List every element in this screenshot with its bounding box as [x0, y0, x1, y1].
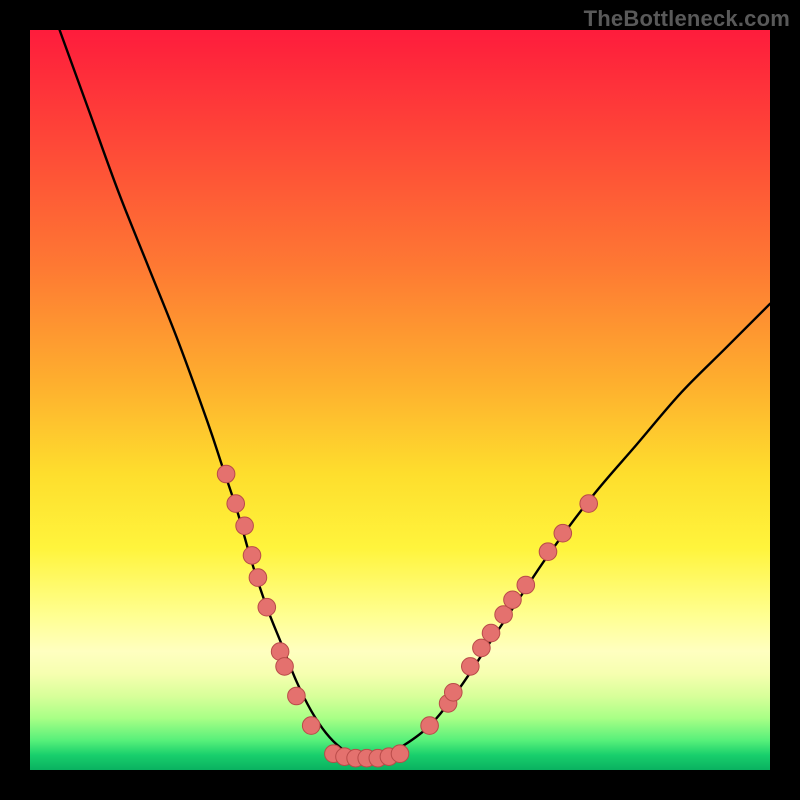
data-point [391, 745, 409, 763]
data-point [288, 687, 306, 705]
data-points [217, 465, 597, 767]
data-point [517, 576, 535, 594]
data-point [462, 658, 480, 676]
data-point [302, 717, 320, 735]
data-point [243, 547, 261, 565]
data-point [217, 465, 235, 483]
data-point [227, 495, 245, 513]
data-point [258, 598, 276, 616]
data-point [473, 639, 491, 657]
data-point [539, 543, 557, 561]
data-point [249, 569, 267, 587]
data-point [276, 658, 294, 676]
data-point [554, 524, 572, 542]
data-point [580, 495, 598, 513]
data-point [482, 624, 500, 642]
bottleneck-curve [60, 30, 770, 756]
curve-layer [30, 30, 770, 770]
data-point [444, 684, 462, 702]
data-point [421, 717, 439, 735]
data-point [504, 591, 522, 609]
watermark-text: TheBottleneck.com [584, 6, 790, 32]
chart-container: TheBottleneck.com [0, 0, 800, 800]
plot-area [30, 30, 770, 770]
data-point [236, 517, 254, 535]
